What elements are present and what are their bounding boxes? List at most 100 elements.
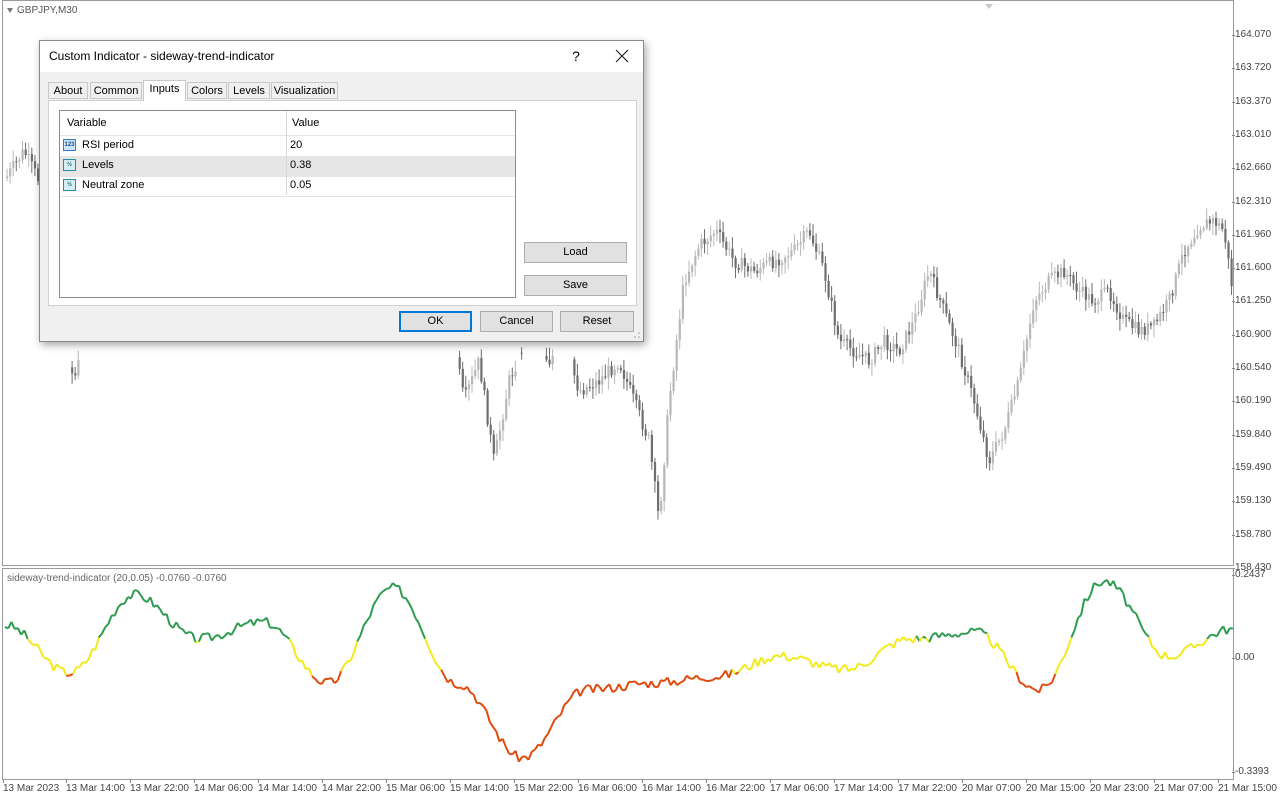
- cancel-button[interactable]: Cancel: [480, 311, 553, 332]
- candle-body: [914, 313, 917, 323]
- tab-about[interactable]: About: [48, 82, 88, 99]
- indicator-line-segment: [165, 613, 171, 626]
- help-button[interactable]: ?: [563, 43, 589, 69]
- indicator-line-segment: [1215, 629, 1221, 637]
- candle-body: [582, 390, 585, 395]
- dialog-titlebar[interactable]: Custom Indicator - sideway-trend-indicat…: [40, 41, 643, 72]
- indicator-line-segment: [276, 627, 280, 630]
- candle-body: [12, 161, 15, 169]
- time-axis-tick: 15 Mar 22:00: [514, 780, 573, 794]
- indicator-line-segment: [796, 655, 801, 661]
- candle-body: [849, 339, 852, 349]
- candle-body: [1072, 275, 1075, 284]
- tab-colors[interactable]: Colors: [187, 82, 227, 99]
- indicator-line-segment: [294, 655, 300, 662]
- time-axis-tick: 16 Mar 14:00: [642, 780, 701, 794]
- candle-body: [867, 352, 870, 365]
- table-row[interactable]: ½ Levels 0.38: [60, 156, 515, 177]
- indicator-line-segment: [650, 680, 656, 688]
- candle-body: [1063, 267, 1066, 278]
- variable-value[interactable]: 0.05: [290, 179, 311, 191]
- indicator-line-segment: [638, 682, 642, 686]
- save-button[interactable]: Save: [524, 275, 627, 296]
- indicator-line-segment: [712, 677, 717, 681]
- indicator-line-segment: [236, 622, 242, 628]
- candle-body: [669, 390, 672, 416]
- variable-value[interactable]: 0.38: [290, 159, 311, 171]
- candle-body: [877, 346, 880, 350]
- variable-value[interactable]: 20: [290, 139, 302, 151]
- variable-name: Neutral zone: [82, 179, 145, 191]
- candle-body: [846, 339, 849, 341]
- candle-body: [520, 352, 523, 354]
- candle-body: [1118, 312, 1122, 319]
- ok-button[interactable]: OK: [399, 311, 472, 332]
- candle-body: [917, 312, 920, 314]
- indicator-line-segment: [1151, 646, 1156, 650]
- custom-indicator-dialog: Custom Indicator - sideway-trend-indicat…: [39, 40, 644, 342]
- candle-body: [756, 270, 759, 274]
- candle-body: [821, 251, 824, 264]
- candle-body: [647, 434, 650, 436]
- indicator-axis-tick: -0.3393: [1232, 766, 1269, 777]
- reset-button[interactable]: Reset: [560, 311, 634, 332]
- indicator-line-segment: [488, 721, 494, 728]
- price-axis-tick: 160.900: [1231, 328, 1272, 340]
- candle-body: [660, 501, 663, 511]
- candle-body: [979, 416, 982, 431]
- candle-body: [709, 235, 712, 242]
- indicator-line-segment: [314, 678, 320, 684]
- candle-body: [858, 354, 861, 357]
- candle-body: [1112, 300, 1115, 304]
- price-axis-tick: 161.250: [1231, 295, 1272, 307]
- candle-body: [1221, 223, 1224, 230]
- candle-body: [1149, 323, 1153, 326]
- tab-common[interactable]: Common: [90, 82, 142, 99]
- price-axis-tick: 159.130: [1231, 495, 1272, 507]
- price-axis-tick: 160.540: [1231, 362, 1272, 373]
- time-axis-tick: 16 Mar 22:00: [706, 780, 765, 794]
- candle-body: [1091, 294, 1094, 304]
- time-axis-tick: 17 Mar 06:00: [770, 780, 829, 794]
- tab-levels[interactable]: Levels: [228, 82, 270, 99]
- chart-shift-marker-icon[interactable]: [985, 4, 993, 9]
- indicator-line-segment: [763, 658, 769, 665]
- resize-grip-icon[interactable]: [633, 331, 641, 339]
- indicator-line-segment: [175, 621, 181, 629]
- indicator-line-segment: [996, 642, 1002, 651]
- load-button[interactable]: Load: [524, 242, 627, 263]
- indicator-pane[interactable]: sideway-trend-indicator (20,0.05) -0.076…: [2, 568, 1234, 780]
- candle-body: [681, 284, 684, 320]
- indicator-line-segment: [821, 661, 827, 667]
- close-button[interactable]: [606, 43, 638, 69]
- candle-body: [694, 255, 697, 266]
- column-header-variable[interactable]: Variable: [67, 117, 107, 129]
- candle-body: [815, 243, 818, 252]
- candle-body: [895, 343, 898, 349]
- indicator-line-segment: [553, 716, 559, 721]
- indicator-line-segment: [417, 622, 423, 632]
- candle-body: [945, 303, 948, 314]
- candle-body: [21, 149, 24, 161]
- indicator-line-segment: [23, 629, 29, 640]
- indicator-line-segment: [1174, 655, 1179, 660]
- indicator-line-segment: [1112, 580, 1118, 590]
- indicator-axis-tick: 0.00: [1231, 652, 1255, 663]
- table-row[interactable]: 123 RSI period 20: [60, 136, 515, 157]
- tab-visualization[interactable]: Visualization: [271, 82, 338, 99]
- candle-body: [1066, 274, 1069, 278]
- candle-body: [923, 280, 926, 300]
- indicator-line-segment: [770, 655, 775, 662]
- indicator-line-segment: [1080, 598, 1086, 616]
- candle-body: [502, 419, 505, 431]
- indicator-line-segment: [880, 646, 885, 651]
- column-separator[interactable]: [286, 111, 287, 195]
- indicator-line-segment: [492, 726, 498, 732]
- indicator-line-segment: [1099, 581, 1105, 587]
- column-header-value[interactable]: Value: [292, 117, 319, 129]
- indicator-line-segment: [479, 702, 484, 707]
- price-axis-tick: 161.600: [1231, 262, 1272, 274]
- table-row[interactable]: ½ Neutral zone 0.05: [60, 176, 515, 197]
- tab-inputs[interactable]: Inputs: [143, 80, 186, 101]
- candle-body: [905, 331, 908, 350]
